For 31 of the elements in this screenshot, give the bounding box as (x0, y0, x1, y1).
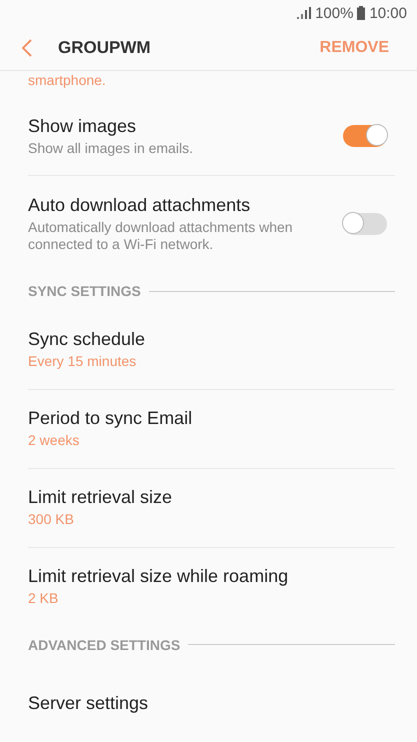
setting-row[interactable]: Period to sync Email 2 weeks (28, 388, 395, 468)
toggle-switch[interactable] (343, 213, 387, 236)
setting-description: Show all images in emails. (28, 140, 194, 157)
setting-title: Show images (28, 116, 138, 137)
setting-title: Limit retrieval size while roaming (28, 566, 290, 588)
setting-row[interactable]: Auto download attachments Automatically download attachments when connected to a Wi-Fi network. (28, 175, 395, 272)
setting-title: Auto download attachments (28, 195, 252, 216)
setting-row[interactable]: Show images Show all images in emails. (28, 97, 395, 176)
setting-value: 300 KB (28, 511, 75, 528)
setting-value: 2 KB (28, 590, 60, 608)
setting-row[interactable]: Limit retrieval size while roaming 2 KB (28, 546, 395, 626)
setting-row[interactable]: Limit retrieval size 300 KB (28, 468, 395, 547)
section-header: SYNC SETTINGS (28, 283, 141, 300)
signal-icon (297, 7, 312, 20)
section-header: ADVANCED SETTINGS (28, 636, 180, 653)
back-icon[interactable] (22, 39, 32, 58)
setting-title: Limit retrieval size (28, 487, 174, 508)
description-text: smartphone. (28, 72, 106, 88)
clock-time: 10:00 (369, 4, 407, 22)
battery-percent: 100% (315, 4, 354, 22)
setting-row[interactable]: Sync schedule Every 15 minutes (28, 310, 395, 389)
battery-icon (357, 6, 366, 20)
screen-title: GROUPWM (58, 38, 152, 58)
setting-title: Period to sync Email (28, 408, 194, 430)
setting-title: Sync schedule (28, 329, 146, 350)
toggle-switch[interactable] (343, 125, 387, 148)
setting-value: Every 15 minutes (28, 353, 138, 370)
setting-description: Automatically download attachments when connected to a Wi-Fi network. (28, 219, 294, 254)
setting-row[interactable]: Server settings (28, 664, 395, 742)
setting-title: Server settings (28, 692, 150, 714)
setting-value: 2 weeks (28, 432, 80, 450)
